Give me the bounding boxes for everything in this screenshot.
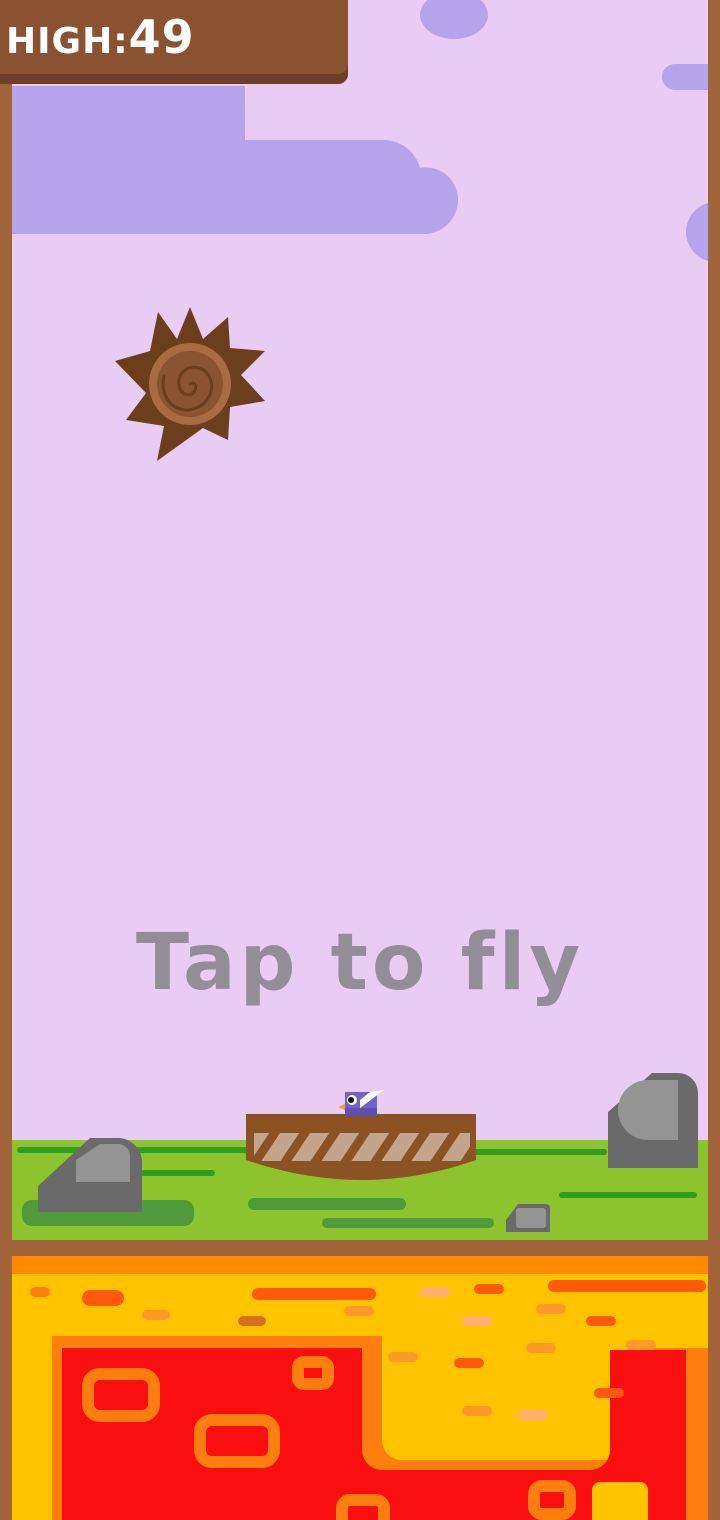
high-score-text: HIGH:49 xyxy=(6,10,195,64)
lava-floor xyxy=(12,1256,708,1520)
high-score-panel: HIGH:49 xyxy=(0,0,348,84)
right-wall xyxy=(708,0,720,1520)
high-score-label: HIGH: xyxy=(6,21,129,62)
high-score-value: 49 xyxy=(128,10,195,64)
tap-to-fly-hint[interactable]: Tap to fly xyxy=(0,918,720,1008)
left-wall xyxy=(0,0,12,1520)
